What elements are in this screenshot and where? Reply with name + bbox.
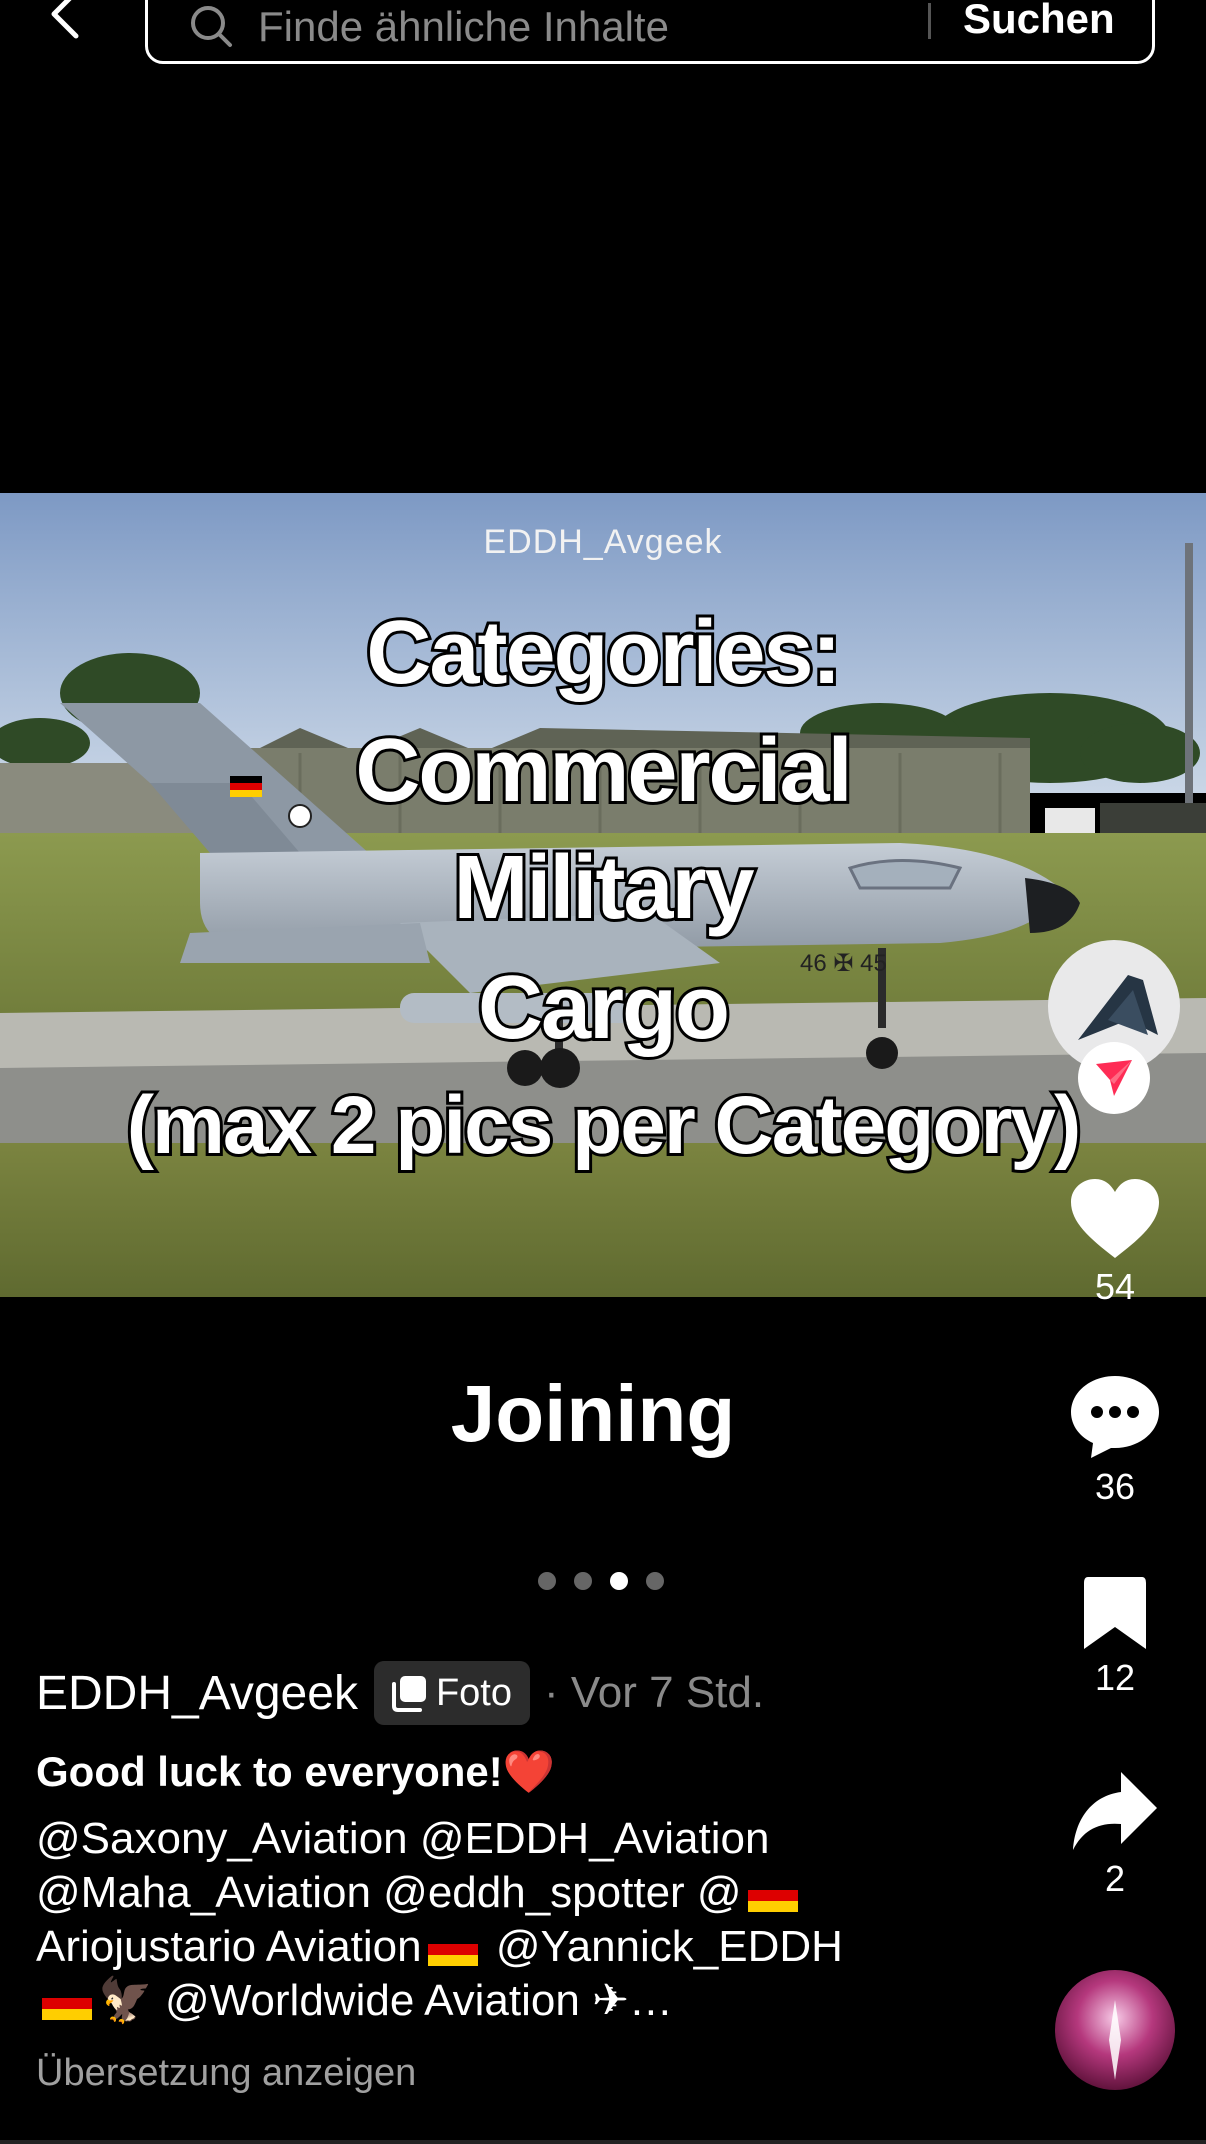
comment-count: 36 [1094, 1466, 1136, 1507]
caption-title-text: Good luck to everyone! [36, 1748, 503, 1795]
caption-line: @Saxony_Aviation @EDDH_Aviation [36, 1814, 770, 1863]
photo-watermark: EDDH_Avgeek [483, 523, 723, 561]
caption-line: @Maha_Aviation @eddh_spotter @ [36, 1868, 742, 1917]
bookmark-count: 12 [1094, 1657, 1136, 1698]
carousel-dot [574, 1572, 592, 1590]
eagle-emoji: 🦅 [98, 1976, 153, 2025]
music-disc[interactable] [1055, 1970, 1175, 2090]
caption-line: @Worldwide Aviation ✈… [152, 1976, 673, 2025]
follow-button[interactable] [1078, 1042, 1150, 1114]
heart-icon [1071, 1179, 1159, 1258]
overlay-text-line: Categories: [363, 600, 844, 706]
overlay-text-line: (max 2 pics per Category) [124, 1077, 1085, 1174]
bottom-divider [0, 2140, 1206, 2144]
photo-type-badge: Foto [373, 1661, 530, 1725]
username[interactable]: EDDH_Avgeek [36, 1666, 358, 1721]
bookmark-icon [1084, 1577, 1146, 1649]
carousel-dot [646, 1572, 664, 1590]
share-button[interactable]: 2 [1040, 1770, 1190, 1900]
follow-plus-icon [1096, 1060, 1132, 1096]
search-divider [928, 3, 931, 39]
post-meta: EDDH_Avgeek Foto · Vor 7 Std. [36, 1658, 764, 1728]
carousel-dot-active [610, 1572, 628, 1590]
caption-line: @Yannick_EDDH [483, 1922, 843, 1971]
post-timestamp: · Vor 7 Std. [543, 1668, 765, 1717]
chevron-left-icon [51, 0, 79, 39]
back-button[interactable] [40, 0, 90, 50]
overlay-text-line: Commercial [352, 718, 855, 824]
sound-cover-image [1109, 2000, 1121, 2080]
post-photo[interactable]: 46 ✠ 45 EDDH_Avgeek Categories: Commerci… [0, 493, 1206, 1297]
post-heading: Joining [450, 1369, 736, 1458]
photo-stack-icon [391, 1676, 426, 1712]
caption-line: Ariojustario Aviation [36, 1922, 422, 1971]
red-heart-emoji: ❤️ [502, 1748, 556, 1795]
creator-avatar-group[interactable] [1048, 940, 1180, 1114]
german-flag-emoji [747, 1878, 798, 1913]
german-flag-emoji [42, 1986, 92, 2021]
photo-type-label: Foto [435, 1671, 512, 1714]
search-button[interactable]: Suchen [963, 0, 1115, 43]
show-translation-link[interactable]: Übersetzung anzeigen [36, 2052, 416, 2095]
search-icon [191, 6, 232, 47]
carousel-indicator [538, 1572, 664, 1590]
caption-text[interactable]: @Saxony_Aviation @EDDH_Aviation @Maha_Av… [36, 1812, 916, 2028]
like-button[interactable]: 54 [1040, 1178, 1190, 1308]
german-flag-emoji [427, 1932, 478, 1967]
search-bar: Suchen [145, 0, 1155, 64]
carousel-dot [538, 1572, 556, 1590]
overlay-text-line: Military [450, 835, 757, 941]
overlay-text-line: Cargo [475, 955, 733, 1061]
like-count: 54 [1094, 1266, 1136, 1307]
search-input[interactable] [258, 1, 1038, 53]
caption-title: Good luck to everyone!❤️ [36, 1748, 555, 1797]
share-arrow-icon [1073, 1772, 1157, 1850]
share-count: 2 [1104, 1858, 1126, 1899]
bookmark-button[interactable]: 12 [1040, 1575, 1190, 1699]
